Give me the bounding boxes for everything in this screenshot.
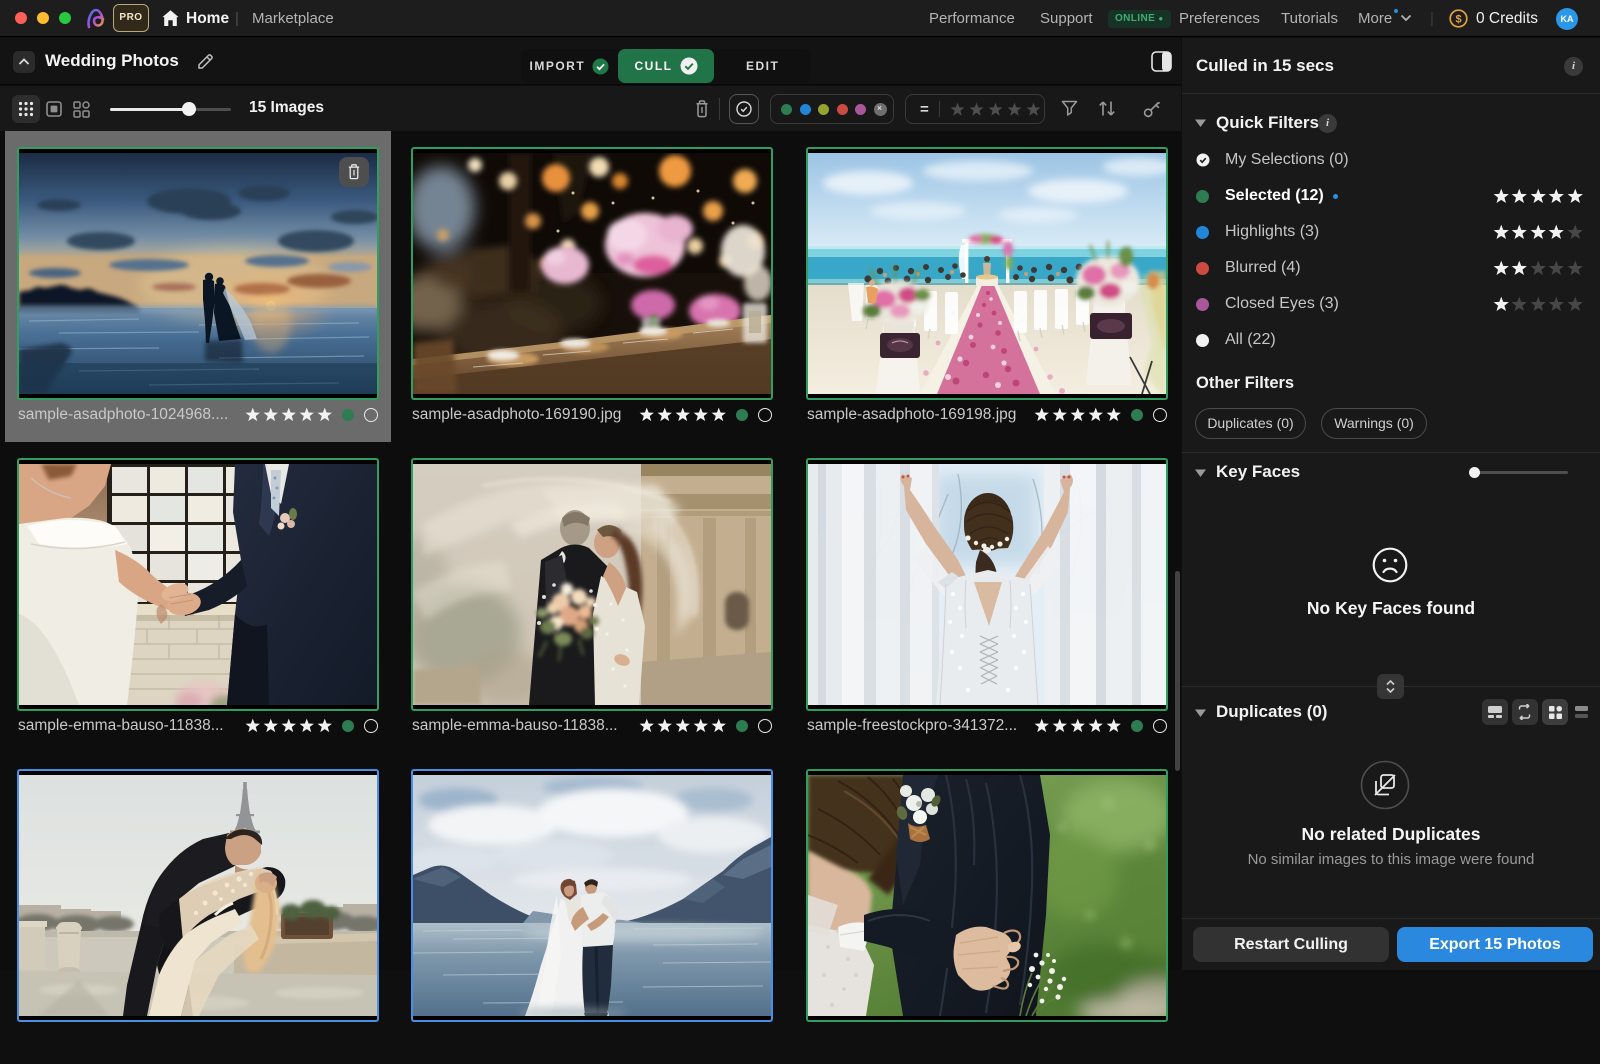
svg-text:$: $ <box>1455 13 1461 25</box>
